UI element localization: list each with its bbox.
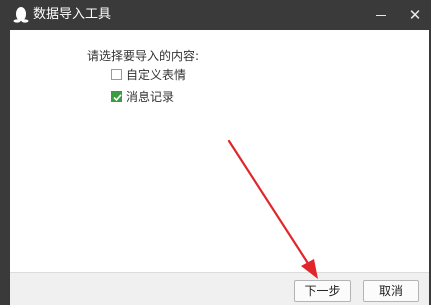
checkmark-icon — [113, 94, 122, 102]
minimize-icon[interactable] — [372, 6, 390, 24]
message-history-label[interactable]: 消息记录 — [126, 89, 174, 105]
custom-emoji-label[interactable]: 自定义表情 — [126, 67, 186, 83]
close-icon[interactable]: ✕ — [406, 6, 424, 24]
selection-prompt: 请选择要导入的内容: — [87, 49, 200, 63]
next-button[interactable]: 下一步 — [294, 280, 351, 302]
title-bar: 数据导入工具 ✕ — [0, 0, 431, 30]
window-title: 数据导入工具 — [33, 7, 112, 22]
custom-emoji-checkbox[interactable] — [111, 69, 122, 80]
penguin-icon — [13, 6, 29, 24]
dialog-footer: 下一步 取消 — [10, 272, 429, 305]
message-history-checkbox[interactable] — [111, 91, 122, 102]
cancel-button[interactable]: 取消 — [363, 280, 419, 302]
dialog-content: 请选择要导入的内容: 自定义表情 消息记录 — [10, 30, 429, 272]
